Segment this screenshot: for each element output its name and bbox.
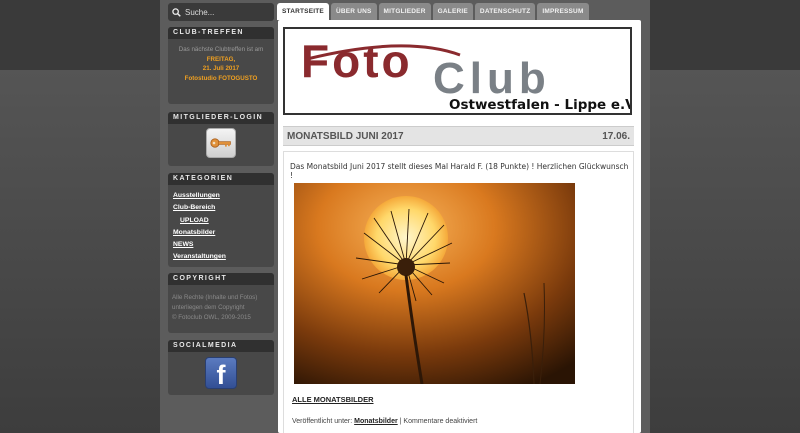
search-icon bbox=[172, 7, 181, 17]
copyright-line: © Fotoclub OWL, 2009-2015 bbox=[172, 314, 251, 321]
tab-galerie[interactable]: GALERIE bbox=[432, 3, 473, 20]
post-meta: Veröffentlicht unter: Monatsbilder | Kom… bbox=[292, 418, 477, 425]
categories-box: KATEGORIEN Ausstellungen Club-Bereich UP… bbox=[168, 173, 274, 267]
post-intro-text: Das Monatsbild Juni 2017 stellt dieses M… bbox=[290, 162, 629, 180]
search-input[interactable]: Suche... bbox=[168, 3, 274, 21]
member-login-heading: MITGLIEDER-LOGIN bbox=[168, 112, 274, 124]
club-meeting-box: CLUB-TREFFEN Das nächste Clubtreffen ist… bbox=[168, 27, 274, 104]
club-meeting-heading: CLUB-TREFFEN bbox=[168, 27, 274, 39]
club-meeting-day: FREITAG, bbox=[206, 55, 236, 63]
page-wrapper: Suche... CLUB-TREFFEN Das nächste Clubtr… bbox=[160, 0, 650, 433]
copyright-line: Alle Rechte (Inhalte und Fotos) bbox=[172, 294, 258, 301]
post-category-link[interactable]: Monatsbilder bbox=[354, 418, 398, 425]
club-meeting-date: 21. Juli 2017 bbox=[202, 65, 240, 72]
tab-startseite[interactable]: STARTSEITE bbox=[277, 3, 329, 20]
copyright-box: COPYRIGHT Alle Rechte (Inhalte und Fotos… bbox=[168, 273, 274, 333]
tab-mitglieder[interactable]: MITGLIEDER bbox=[378, 3, 431, 20]
logo-word-foto: Foto bbox=[301, 35, 413, 87]
club-meeting-text: Das nächste Clubtreffen ist am bbox=[178, 46, 264, 53]
search-placeholder: Suche... bbox=[185, 7, 215, 17]
tab-impressum[interactable]: IMPRESSUM bbox=[537, 3, 589, 20]
all-monthly-pictures-link[interactable]: ALLE MONATSBILDER bbox=[292, 395, 374, 404]
category-link-news[interactable]: NEWS bbox=[173, 239, 270, 251]
logo-subtitle: Ostwestfalen - Lippe e.V. bbox=[449, 97, 630, 113]
club-meeting-place: Fotostudio FOTOGUSTO bbox=[184, 74, 258, 82]
category-link-monatsbilder[interactable]: Monatsbilder bbox=[173, 227, 270, 239]
category-link-ausstellungen[interactable]: Ausstellungen bbox=[173, 190, 270, 202]
copyright-line: unterliegen dem Copyright bbox=[172, 304, 245, 311]
social-media-box: SOCIALMEDIA f bbox=[168, 340, 274, 395]
featured-photo-dandelion[interactable] bbox=[294, 183, 575, 384]
facebook-icon[interactable]: f bbox=[205, 357, 237, 390]
site-logo-banner[interactable]: Foto Club Ostwestfalen - Lippe e.V. bbox=[283, 27, 632, 115]
category-link-veranstaltungen[interactable]: Veranstaltungen bbox=[173, 251, 270, 263]
post-meta-prefix: Veröffentlicht unter: bbox=[292, 418, 353, 425]
post-meta-suffix: | Kommentare deaktiviert bbox=[399, 418, 478, 425]
key-icon bbox=[210, 138, 231, 148]
category-link-club-bereich[interactable]: Club-Bereich bbox=[173, 202, 270, 214]
post-body: Das Monatsbild Juni 2017 stellt dieses M… bbox=[283, 151, 634, 433]
logo-word-club: Club bbox=[433, 54, 551, 103]
member-login-box: MITGLIEDER-LOGIN bbox=[168, 112, 274, 166]
member-login-button[interactable] bbox=[206, 128, 236, 158]
main-content: Foto Club Ostwestfalen - Lippe e.V. MONA… bbox=[278, 20, 641, 433]
tab-ueber-uns[interactable]: ÜBER UNS bbox=[330, 3, 377, 20]
main-navigation: STARTSEITE ÜBER UNS MITGLIEDER GALERIE D… bbox=[277, 3, 591, 20]
post-date: 17.06. bbox=[602, 131, 630, 142]
post-header: MONATSBILD JUNI 2017 17.06. bbox=[283, 126, 634, 146]
social-media-heading: SOCIALMEDIA bbox=[168, 340, 274, 352]
category-link-upload[interactable]: UPLOAD bbox=[173, 215, 270, 227]
categories-heading: KATEGORIEN bbox=[168, 173, 274, 185]
post-title[interactable]: MONATSBILD JUNI 2017 bbox=[287, 131, 404, 142]
copyright-heading: COPYRIGHT bbox=[168, 273, 274, 285]
tab-datenschutz[interactable]: DATENSCHUTZ bbox=[474, 3, 536, 20]
